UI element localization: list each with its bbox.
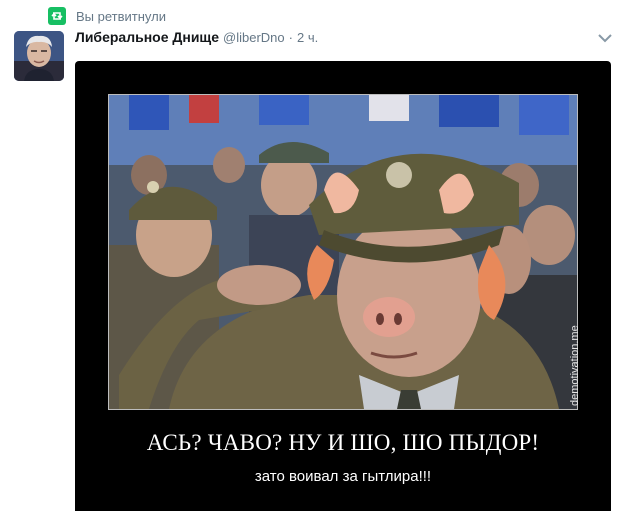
chevron-down-icon[interactable] [596,31,614,45]
retweet-label: Вы ретвитнули [76,8,166,24]
demotivator-subtitle: зато воивал за гытлира!!! [254,468,432,485]
watermark-text: demotivation.me [569,325,581,406]
demotivator-photo [108,94,578,410]
tweet[interactable]: Вы ретвитнули Либеральное Днище @liberDn… [0,0,620,511]
tweet-header: Либеральное Днище @liberDno · 2 ч. [75,29,318,49]
retweet-context: Вы ретвитнули [48,6,166,26]
demotivator-title: АСЬ? ЧАВО? НУ И ШО, ШО ПЫДОР! [146,430,540,455]
separator: · [288,30,293,45]
tweet-media[interactable]: demotivation.me АСЬ? ЧАВО? НУ И ШО, ШО П… [75,61,611,511]
timestamp[interactable]: 2 ч. [297,30,318,45]
author-handle[interactable]: @liberDno [223,30,285,45]
retweet-icon [48,7,66,25]
avatar[interactable] [14,31,64,81]
author-name[interactable]: Либеральное Днище [75,29,219,45]
